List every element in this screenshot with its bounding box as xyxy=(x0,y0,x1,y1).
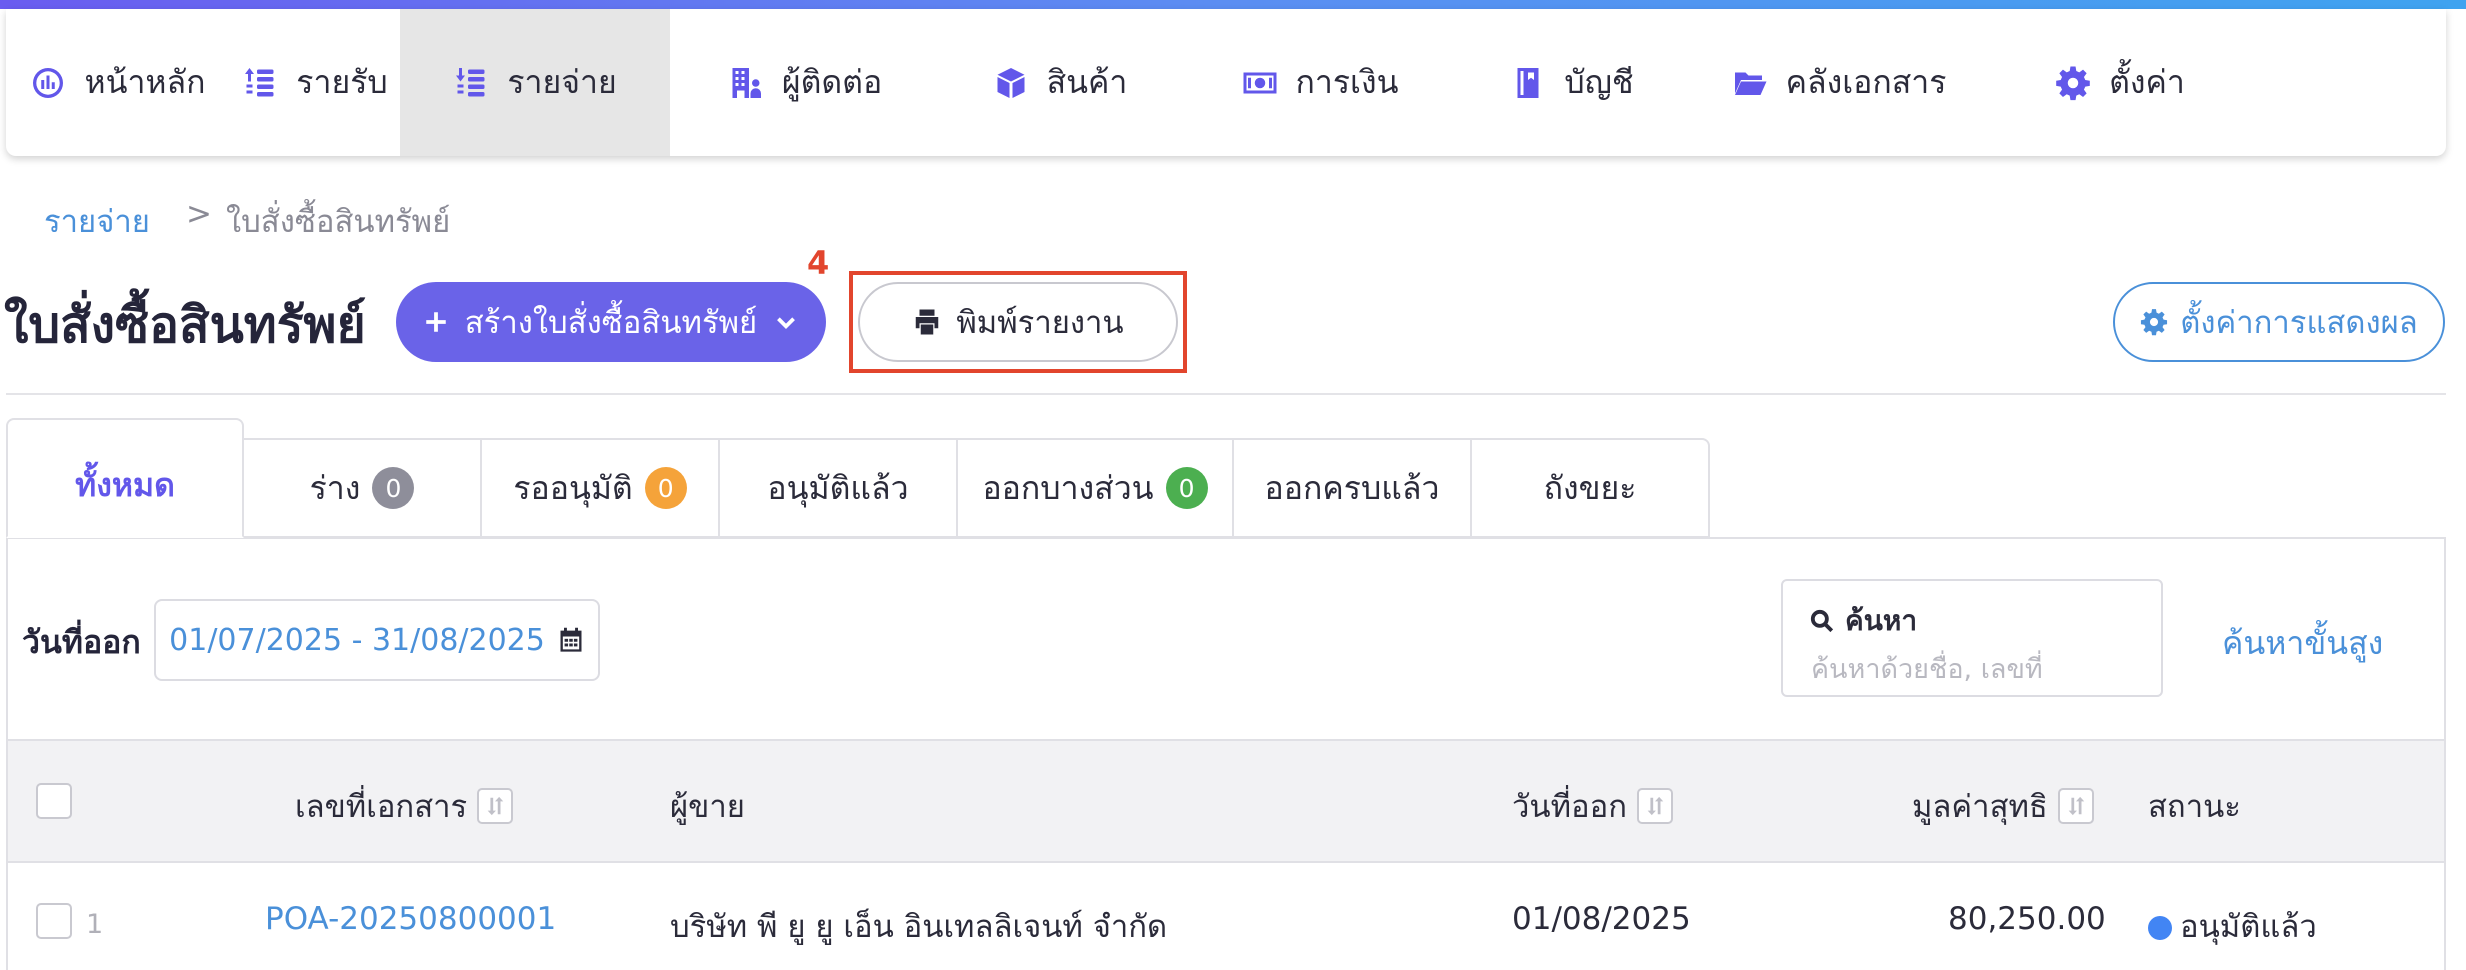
count-badge: 0 xyxy=(644,467,687,509)
nav-label-products: สินค้า xyxy=(1046,63,1128,101)
nav-item-documents[interactable]: คลังเอกสาร xyxy=(1684,9,1994,156)
contacts-building-icon xyxy=(732,67,761,98)
doc-number-link[interactable]: POA-20250800001 xyxy=(265,901,556,937)
top-accent-stripe xyxy=(0,0,2466,9)
header-divider xyxy=(6,393,2446,395)
page-title: ใบสั่งซื้อสินทรัพย์ xyxy=(4,296,366,354)
display-settings-label: ตั้งค่าการแสดงผล xyxy=(2180,305,2418,341)
nav-label-contacts: ผู้ติดต่อ xyxy=(781,63,883,101)
tab-approved[interactable]: อนุมัติแล้ว xyxy=(720,438,958,538)
row-checkbox[interactable] xyxy=(36,903,72,939)
tab-label: อนุมัติแล้ว xyxy=(767,468,909,507)
date-range-value: 01/07/2025 - 31/08/2025 xyxy=(169,622,545,658)
tab-fully-issued[interactable]: ออกครบแล้ว xyxy=(1234,438,1472,538)
sort-icon[interactable] xyxy=(2057,788,2094,824)
nav-label-finance: การเงิน xyxy=(1295,63,1399,101)
sort-icon[interactable] xyxy=(1637,788,1674,824)
tab-label: รออนุมัติ xyxy=(513,468,633,507)
tab-label: ออกบางส่วน xyxy=(982,468,1154,507)
column-header-label: วันที่ออก xyxy=(1512,789,1628,825)
sort-icon[interactable] xyxy=(477,788,514,824)
select-all-checkbox[interactable] xyxy=(36,783,72,819)
tab-label: ทั้งหมด xyxy=(75,466,175,504)
tab-trash[interactable]: ถังขยะ xyxy=(1472,438,1710,538)
nav-item-finance[interactable]: การเงิน xyxy=(1180,9,1460,156)
nav-item-contacts[interactable]: ผู้ติดต่อ xyxy=(670,9,940,156)
nav-item-accounting[interactable]: บัญชี xyxy=(1460,9,1684,156)
money-icon xyxy=(1243,72,1277,93)
gear-icon xyxy=(2141,309,2168,336)
plus-icon xyxy=(426,312,446,332)
tab-label: ออกครบแล้ว xyxy=(1264,468,1440,507)
status-label: อนุมัติแล้ว xyxy=(2180,909,2317,945)
nav-item-settings[interactable]: ตั้งค่า xyxy=(1994,9,2246,156)
tab-pending-approval[interactable]: รออนุมัติ 0 xyxy=(482,438,720,538)
nav-item-income[interactable]: รายรับ xyxy=(230,9,400,156)
breadcrumb-separator: > xyxy=(185,196,212,232)
nav-item-products[interactable]: สินค้า xyxy=(940,9,1180,156)
date-filter-label: วันที่ออก xyxy=(22,623,141,661)
column-header-doc-no[interactable]: เลขที่เอกสาร xyxy=(295,781,514,831)
nav-label-settings: ตั้งค่า xyxy=(2109,63,2185,101)
table-header: เลขที่เอกสาร ผู้ขาย วันที่ออก มูลค่าสุทธ… xyxy=(8,739,2444,863)
count-badge: 0 xyxy=(372,467,415,509)
net-value: 80,250.00 xyxy=(1948,901,2106,937)
tab-label: ร่าง xyxy=(309,468,361,507)
status-dot-icon xyxy=(2148,916,2172,940)
column-header-label: มูลค่าสุทธิ xyxy=(1912,789,2048,825)
date-range-field[interactable]: 01/07/2025 - 31/08/2025 xyxy=(154,599,600,681)
print-button-label: พิมพ์รายงาน xyxy=(956,305,1124,341)
tab-draft[interactable]: ร่าง 0 xyxy=(244,438,482,538)
breadcrumb: รายจ่าย > ใบสั่งซื้อสินทรัพย์ xyxy=(44,196,450,246)
breadcrumb-parent-link[interactable]: รายจ่าย xyxy=(44,196,150,246)
nav-label-income: รายรับ xyxy=(296,63,388,101)
count-badge: 0 xyxy=(1165,467,1208,509)
accounting-book-icon xyxy=(1517,67,1539,98)
folder-open-icon xyxy=(1734,72,1767,95)
row-index: 1 xyxy=(86,909,104,940)
nav-label-home: หน้าหลัก xyxy=(84,63,206,101)
print-report-button[interactable]: พิมพ์รายงาน xyxy=(858,282,1178,362)
printer-icon xyxy=(916,309,939,335)
column-header-label: เลขที่เอกสาร xyxy=(295,789,468,825)
search-label: ค้นหา xyxy=(1845,604,1918,637)
nav-label-documents: คลังเอกสาร xyxy=(1785,63,1947,101)
main-navbar: หน้าหลัก รายรับ รายจ่าย ผู้ติดต่อ สินค้า… xyxy=(6,9,2446,156)
issue-date: 01/08/2025 xyxy=(1512,901,1691,937)
search-label-row: ค้นหา xyxy=(1809,599,1917,643)
expense-list-icon xyxy=(456,67,485,96)
chevron-down-icon xyxy=(777,317,796,330)
column-header-label: ผู้ขาย xyxy=(670,789,745,825)
status-tabs: ทั้งหมด ร่าง 0 รออนุมัติ 0 อนุมัติแล้ว อ… xyxy=(6,418,1710,538)
column-header-status: สถานะ xyxy=(2148,781,2241,831)
create-purchase-order-button[interactable]: สร้างใบสั่งซื้อสินทรัพย์ xyxy=(396,282,826,362)
nav-item-home[interactable]: หน้าหลัก xyxy=(6,9,230,156)
column-header-label: สถานะ xyxy=(2148,789,2241,825)
advanced-search-link[interactable]: ค้นหาขั้นสูง xyxy=(2222,618,2383,669)
income-list-icon xyxy=(245,67,274,96)
breadcrumb-current: ใบสั่งซื้อสินทรัพย์ xyxy=(225,204,451,240)
status-badge: อนุมัติแล้ว xyxy=(2148,901,2317,951)
tab-all[interactable]: ทั้งหมด xyxy=(6,418,244,538)
search-placeholder: ค้นหาด้วยชื่อ, เลขที่ xyxy=(1811,654,2043,685)
nav-label-expense: รายจ่าย xyxy=(507,63,617,101)
calendar-icon xyxy=(560,627,582,652)
display-settings-button[interactable]: ตั้งค่าการแสดงผล xyxy=(2113,282,2445,362)
nav-label-accounting: บัญชี xyxy=(1564,63,1634,101)
column-header-vendor: ผู้ขาย xyxy=(670,781,745,831)
product-box-icon xyxy=(997,67,1025,98)
search-icon xyxy=(1810,609,1834,633)
dashboard-icon xyxy=(33,67,64,98)
table-row[interactable]: 1 POA-20250800001 บริษัท พี ยู ยู เอ็น อ… xyxy=(8,863,2444,970)
create-button-label: สร้างใบสั่งซื้อสินทรัพย์ xyxy=(464,305,758,341)
annotation-step-number: 4 xyxy=(807,244,830,282)
vendor-name: บริษัท พี ยู ยู เอ็น อินเทลลิเจนท์ จำกัด xyxy=(670,909,1168,945)
nav-item-expense[interactable]: รายจ่าย xyxy=(400,9,670,156)
tab-label: ถังขยะ xyxy=(1543,468,1637,507)
column-header-issue-date[interactable]: วันที่ออก xyxy=(1512,781,1674,831)
gear-icon xyxy=(2056,66,2090,100)
tab-partially-issued[interactable]: ออกบางส่วน 0 xyxy=(958,438,1234,538)
search-input[interactable]: ค้นหา ค้นหาด้วยชื่อ, เลขที่ xyxy=(1781,579,2163,697)
column-header-net-value[interactable]: มูลค่าสุทธิ xyxy=(1912,781,2094,831)
